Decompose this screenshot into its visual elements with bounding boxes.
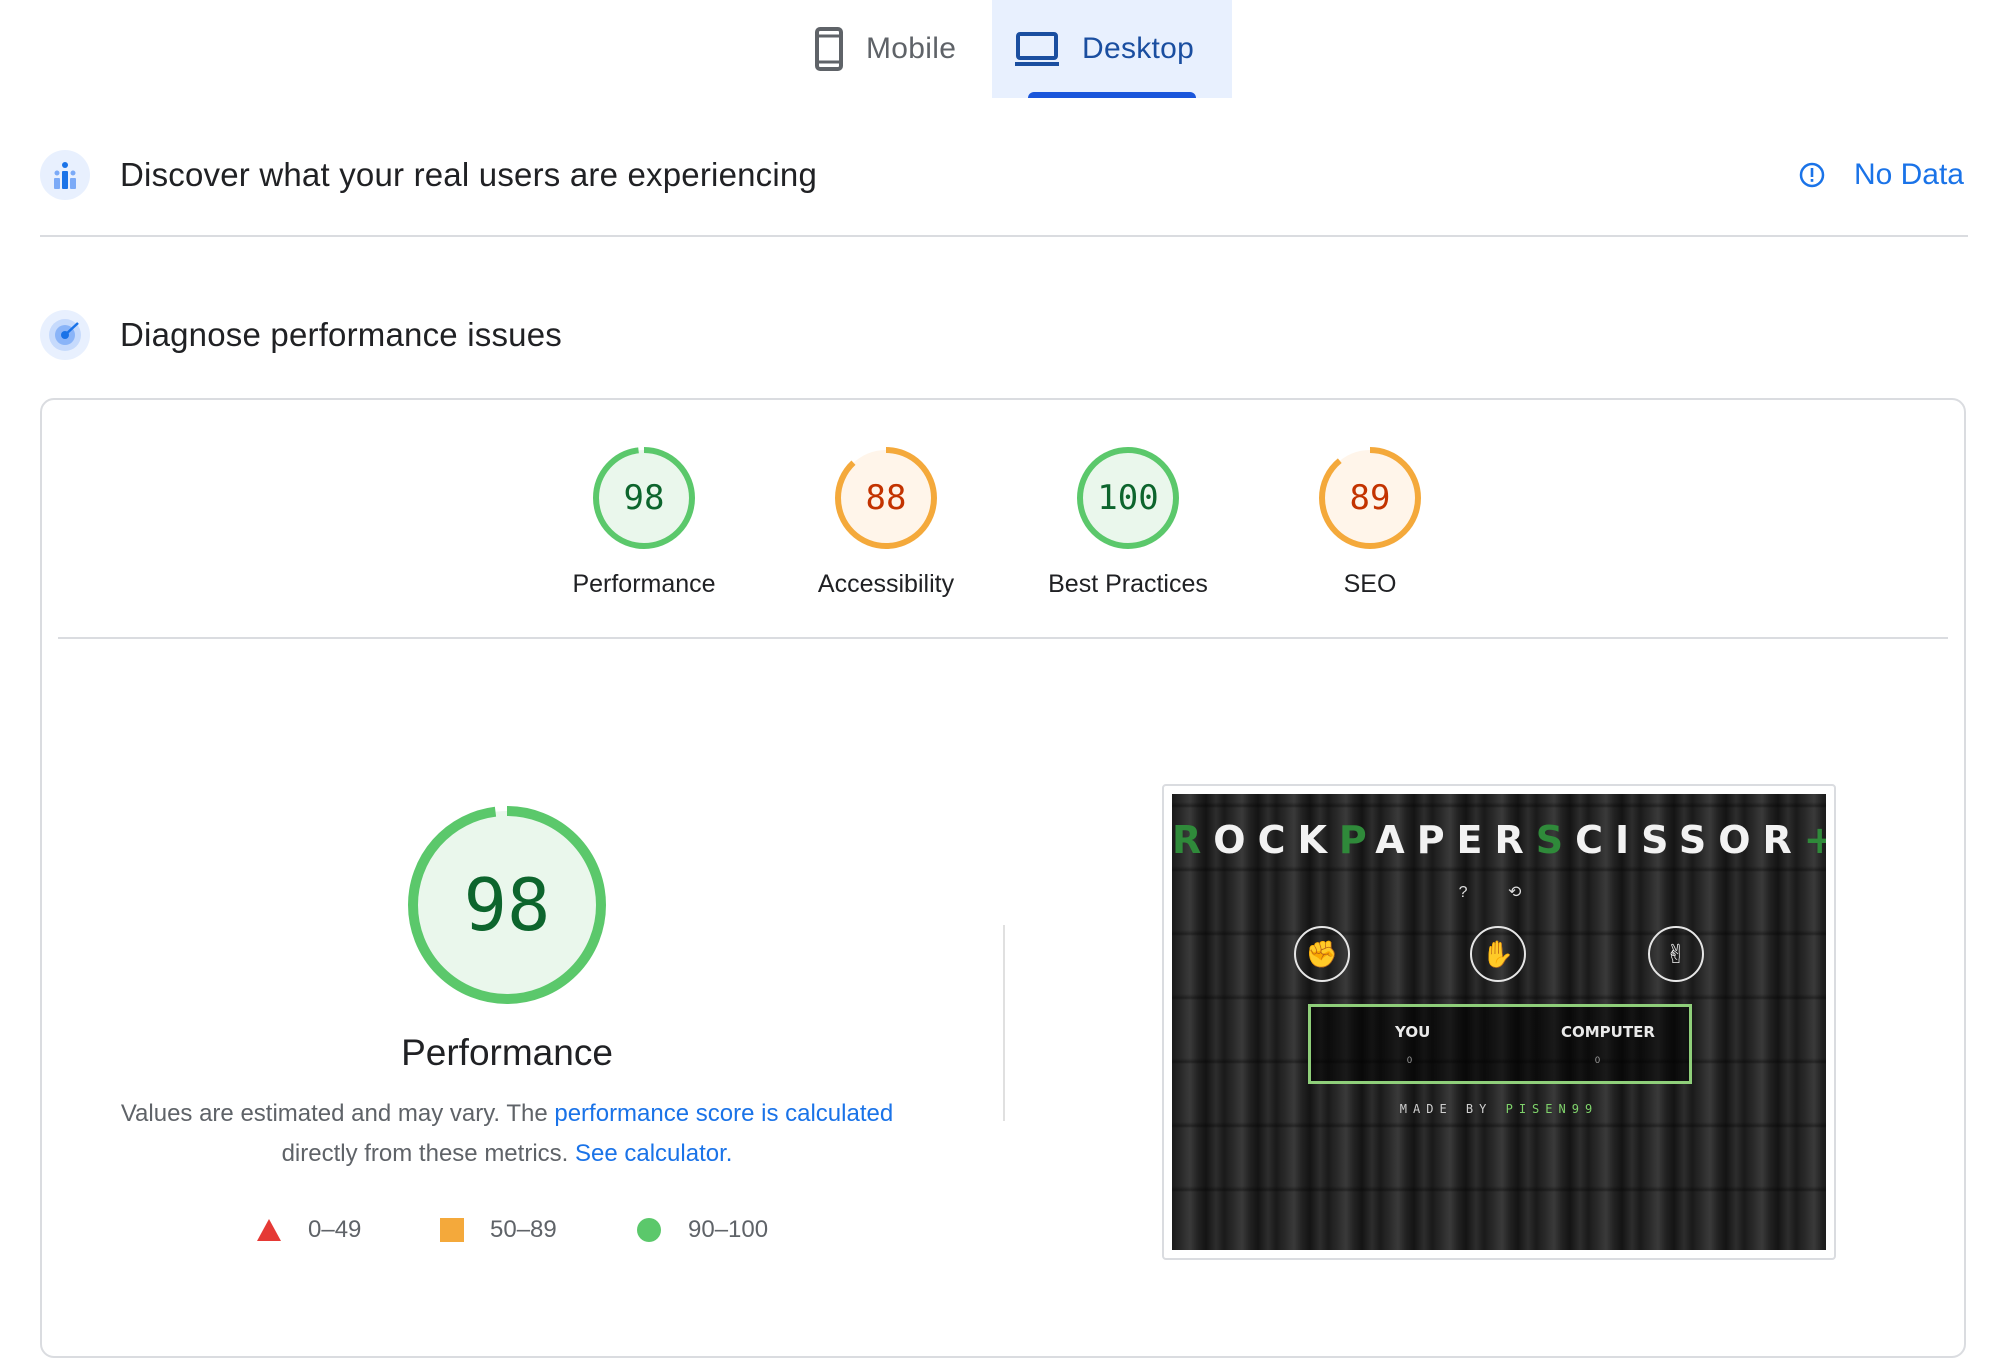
game-title: ROCKPAPERSCISSOR+ [1172, 818, 1826, 862]
category-accessibility[interactable]: 88 Accessibility [786, 446, 986, 599]
active-tab-indicator [1028, 92, 1196, 98]
category-score: 100 [1097, 478, 1159, 518]
tab-desktop-label: Desktop [1082, 32, 1195, 65]
info-icon [1798, 161, 1826, 189]
tab-mobile-label: Mobile [866, 32, 957, 65]
category-label: Best Practices [1048, 570, 1208, 598]
score-gauge: 88 [834, 446, 938, 550]
legend-average: 50–89 [440, 1214, 557, 1246]
category-best-practices[interactable]: 100 Best Practices [1028, 446, 1228, 599]
you-score: 0 [1407, 1055, 1413, 1065]
diagnose-title: Diagnose performance issues [120, 316, 562, 353]
category-label: Accessibility [817, 570, 955, 598]
no-data-label: No Data [1853, 158, 1964, 191]
score-gauge: 98 [592, 446, 696, 550]
game-score-box: YOU 0 COMPUTER 0 [1308, 1004, 1692, 1084]
paper-hand-icon: ✋ [1470, 926, 1526, 982]
card-divider [58, 637, 1948, 639]
performance-score-large: 98 [463, 863, 551, 947]
users-chart-icon [40, 150, 90, 200]
category-label: Performance [572, 570, 716, 598]
tab-desktop[interactable]: Desktop [992, 0, 1232, 98]
made-by-credit: MADE BY PISEN99 [1399, 1102, 1599, 1116]
rock-hand-icon: ✊ [1294, 926, 1350, 982]
mobile-phone-icon [814, 26, 844, 72]
legend-label: 0–49 [308, 1216, 362, 1243]
desc-text-2: directly from these metrics. [281, 1140, 575, 1167]
legend-pass: 90–100 [636, 1214, 768, 1246]
section-divider [40, 235, 1968, 237]
performance-description: Values are estimated and may vary. The p… [100, 1094, 914, 1174]
scissors-hand-icon: ✌ [1648, 926, 1704, 982]
score-gauge: 89 [1318, 446, 1422, 550]
category-performance[interactable]: 98 Performance [544, 446, 744, 599]
legend-label: 50–89 [490, 1216, 557, 1243]
vertical-separator [1003, 925, 1005, 1121]
desc-text: Values are estimated and may vary. The [120, 1100, 555, 1127]
laptop-icon [1014, 31, 1060, 67]
circle-icon [636, 1217, 662, 1243]
final-screenshot: ROCKPAPERSCISSOR+ ? ⟲ ✊ ✋ ✌ YOU 0 COMPUT… [1172, 794, 1826, 1250]
category-score: 88 [865, 478, 907, 518]
legend-fail: 0–49 [256, 1214, 361, 1246]
field-data-title: Discover what your real users are experi… [120, 156, 818, 193]
field-data-header: Discover what your real users are experi… [40, 150, 1964, 200]
game-help-icons: ? ⟲ [1458, 884, 1540, 901]
legend-label: 90–100 [688, 1216, 769, 1243]
diagnose-header: Diagnose performance issues [40, 310, 1964, 360]
no-data-link[interactable]: No Data [1798, 158, 1964, 192]
target-icon [40, 310, 90, 360]
category-seo[interactable]: 89 SEO [1270, 446, 1470, 599]
tab-mobile[interactable]: Mobile [790, 0, 990, 98]
score-gauge: 100 [1076, 446, 1180, 550]
performance-title: Performance [401, 1032, 613, 1073]
performance-score-link[interactable]: performance score is calculated [554, 1100, 893, 1127]
category-score: 98 [623, 478, 665, 518]
triangle-icon [256, 1218, 282, 1242]
performance-gauge-large: 98 [407, 805, 607, 1005]
square-icon [440, 1218, 464, 1242]
category-score: 89 [1349, 478, 1391, 518]
category-label: SEO [1343, 570, 1397, 598]
computer-score: 0 [1595, 1055, 1601, 1065]
computer-label: COMPUTER [1561, 1023, 1655, 1041]
see-calculator-link[interactable]: See calculator. [575, 1140, 732, 1167]
you-label: YOU [1395, 1023, 1431, 1041]
